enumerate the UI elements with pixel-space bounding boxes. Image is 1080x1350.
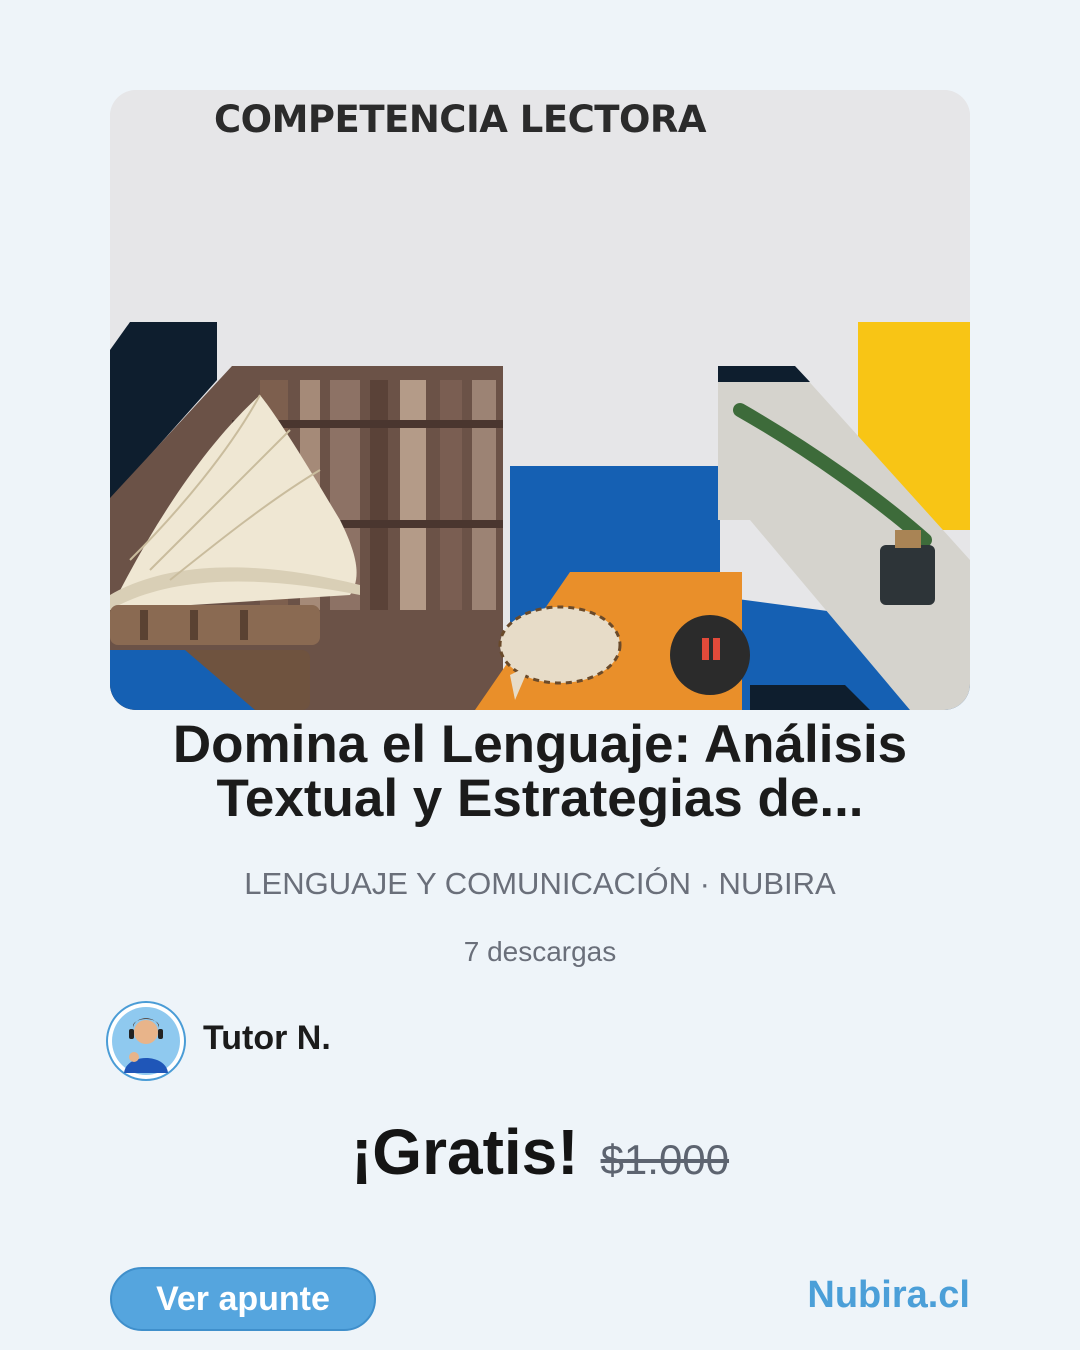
cover-heading: COMPETENCIA LECTORA [214,98,707,141]
tutor-avatar-icon [108,1003,184,1079]
page-title: Domina el Lenguaje: Análisis Textual y E… [172,715,908,828]
author-name[interactable]: Tutor N. [203,1019,331,1058]
category-meta: LENGUAJE Y COMUNICACIÓN · NUBIRA [244,866,836,901]
cover-image: COMPETENCIA LECTORA [110,90,970,710]
cover-artwork [110,90,970,710]
price-current: ¡Gratis! [350,1116,579,1188]
price-original: $1.000 [600,1136,730,1183]
avatar [106,1001,186,1081]
view-note-button[interactable]: Ver apunte [110,1267,376,1331]
brand-link[interactable]: Nubira.cl [807,1274,970,1317]
download-count: 7 descargas [463,936,617,967]
price-row: ¡Gratis! $1.000 [0,1115,1080,1189]
